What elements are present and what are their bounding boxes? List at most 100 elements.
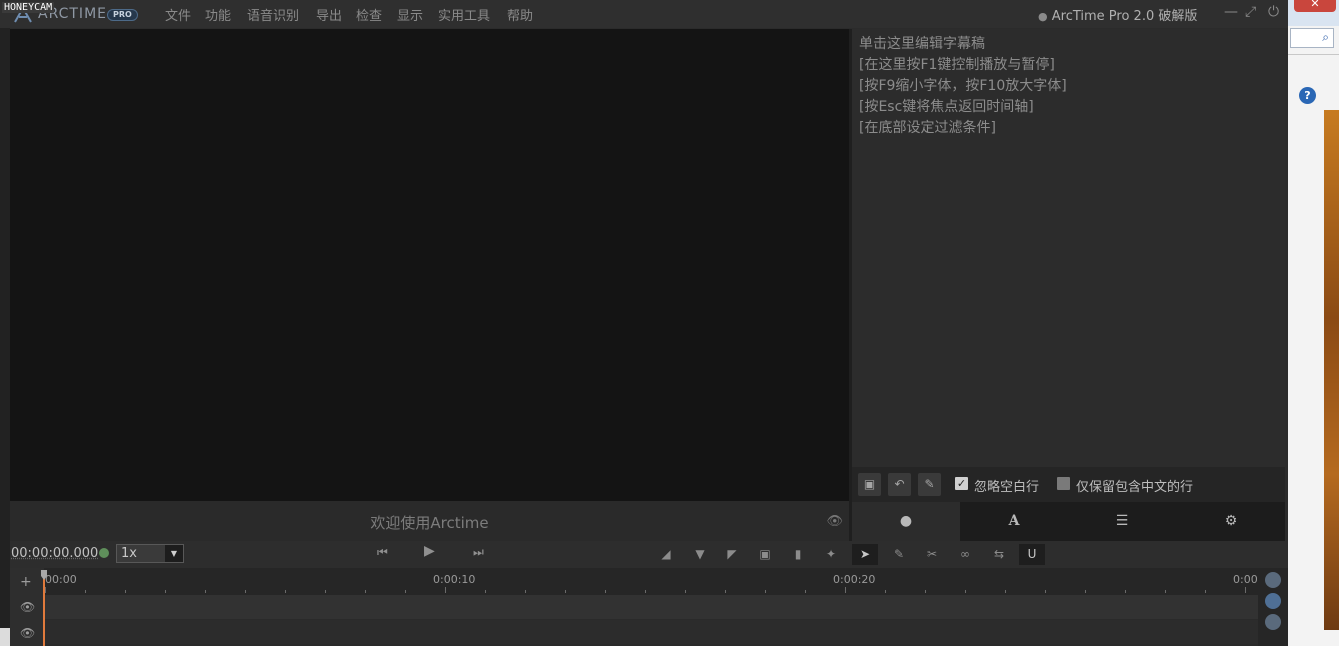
add-track-icon[interactable]: + — [20, 574, 32, 590]
mark-out-icon[interactable]: ◤ — [719, 544, 745, 565]
window-title-text: ArcTime Pro 2.0 破解版 — [1051, 9, 1198, 24]
gear-icon: ⚙ — [1224, 513, 1238, 529]
tab-comments[interactable]: ● — [852, 502, 960, 541]
bookmark-icon[interactable]: ▮ — [785, 544, 811, 565]
playhead[interactable] — [43, 570, 45, 646]
taskbar-fragment — [0, 628, 10, 646]
chevron-down-icon[interactable]: ▼ — [165, 545, 183, 562]
video-status-bar: 欢迎使用Arctime 👁 — [10, 501, 849, 541]
ruler-tick — [45, 587, 46, 593]
ruler-tick — [405, 590, 406, 593]
menu-export[interactable]: 导出 — [316, 5, 342, 24]
ruler-tick — [1045, 590, 1046, 593]
edit-icon[interactable]: ✎ — [886, 544, 912, 565]
ruler-tick — [1205, 590, 1206, 593]
magnet-icon[interactable]: U — [1019, 544, 1045, 565]
editor-hint: [在这里按F1键控制播放与暂停] — [859, 57, 1055, 73]
undo-icon[interactable]: ↶ — [888, 473, 911, 496]
eye-icon[interactable]: 👁 — [20, 626, 35, 640]
background-desktop-strip — [1324, 110, 1339, 630]
video-preview[interactable] — [10, 29, 849, 501]
ruler-tick — [885, 590, 886, 593]
speed-select[interactable]: 1x ▼ — [116, 544, 184, 563]
ruler-tick — [685, 590, 686, 593]
editor-hint: [在底部设定过滤条件] — [859, 120, 996, 136]
pencil-icon[interactable]: ✎ — [918, 473, 941, 496]
menu-tools[interactable]: 实用工具 — [438, 5, 490, 24]
tab-font[interactable]: A — [960, 502, 1068, 541]
power-icon[interactable]: ⏻ — [1268, 4, 1279, 20]
camera-icon[interactable]: ▣ — [752, 544, 778, 565]
ruler-tick — [845, 587, 846, 593]
ruler-tick — [125, 590, 126, 593]
swap-icon[interactable]: ⇆ — [986, 544, 1012, 565]
maximize-icon[interactable]: ⤢ — [1245, 4, 1256, 20]
next-icon[interactable]: ⏭ — [473, 545, 484, 560]
track-gutter: + 👁 👁 — [10, 568, 44, 646]
font-icon: A — [1008, 513, 1020, 529]
eye-icon[interactable]: 👁 — [20, 600, 35, 614]
editor-hint: [按F9缩小字体，按F10放大字体] — [859, 78, 1067, 94]
ruler-tick — [85, 590, 86, 593]
ruler-tick — [765, 590, 766, 593]
eye-icon[interactable]: 👁 — [826, 514, 843, 529]
menu-display[interactable]: 显示 — [397, 5, 423, 24]
menu-check[interactable]: 检查 — [356, 5, 382, 24]
previous-icon[interactable]: ⏮ — [377, 545, 388, 560]
ruler-tick — [565, 590, 566, 593]
menu-speech-recognition[interactable]: 语音识别 — [247, 5, 299, 24]
ruler-tick — [1245, 587, 1246, 593]
ruler-tick — [205, 590, 206, 593]
timecode[interactable]: 00:00:00.000 — [11, 546, 98, 561]
collapse-icon[interactable]: ▣ — [858, 473, 881, 496]
ignore-blank-checkbox[interactable]: ✓ — [955, 477, 968, 490]
ruler-tick — [1165, 590, 1166, 593]
track-row[interactable] — [44, 595, 1258, 619]
ruler-tick — [1005, 590, 1006, 593]
window-title: ● ArcTime Pro 2.0 破解版 — [1038, 5, 1197, 24]
minimize-icon[interactable]: — — [1224, 4, 1238, 20]
ruler-tick — [165, 590, 166, 593]
track-row[interactable] — [44, 620, 1258, 644]
subtitle-editor[interactable]: 单击这里编辑字幕稿 [在这里按F1键控制播放与暂停] [按F9缩小字体，按F10… — [852, 29, 1285, 467]
menu-file[interactable]: 文件 — [165, 5, 191, 24]
mark-in-icon[interactable]: ◢ — [653, 544, 679, 565]
background-close-button[interactable]: ✕ — [1294, 0, 1336, 12]
menu-help[interactable]: 帮助 — [507, 5, 533, 24]
editor-hint: 单击这里编辑字幕稿 — [859, 36, 985, 52]
waveform-icon[interactable] — [1265, 593, 1281, 609]
play-icon[interactable]: ▶ — [424, 543, 435, 559]
background-search-box[interactable]: ⌕ — [1290, 28, 1334, 48]
menu-function[interactable]: 功能 — [205, 5, 231, 24]
chinese-only-checkbox[interactable] — [1057, 477, 1070, 490]
pointer-icon[interactable]: ➤ — [852, 544, 878, 565]
search-icon: ⌕ — [1322, 30, 1329, 44]
ruler-label: 0:00:10 — [433, 573, 476, 586]
editor-toolbar: ▣ ↶ ✎ ✓ 忽略空白行 仅保留包含中文的行 — [852, 467, 1285, 502]
help-icon[interactable]: ? — [1299, 87, 1316, 104]
tab-settings[interactable]: ⚙ — [1177, 502, 1285, 541]
welcome-text: 欢迎使用Arctime — [370, 514, 489, 532]
magic-wand-icon[interactable]: ✦ — [818, 544, 844, 565]
background-window: ✕ ⌕ ? — [1288, 0, 1339, 646]
tab-list[interactable]: ☰ — [1068, 502, 1176, 541]
comment-icon: ● — [899, 513, 913, 529]
menu-bar: ARCTIME PRO 文件 功能 语音识别 导出 检查 显示 实用工具 帮助 … — [0, 0, 1288, 28]
mark-down-icon[interactable]: ▼ — [687, 544, 713, 565]
zoom-icon[interactable] — [1265, 572, 1281, 588]
left-edge — [0, 28, 10, 646]
panel-tabs: ● A ☰ ⚙ — [852, 502, 1285, 541]
list-icon: ☰ — [1115, 513, 1129, 529]
ruler-tick — [725, 590, 726, 593]
ruler-tick — [805, 590, 806, 593]
recorder-watermark: HONEYCAM — [2, 2, 55, 13]
editor-hint: [按Esc键将焦点返回时间轴] — [859, 99, 1034, 115]
scissors-icon[interactable]: ✂ — [919, 544, 945, 565]
view-icon[interactable] — [1265, 614, 1281, 630]
chinese-only-label: 仅保留包含中文的行 — [1076, 480, 1194, 495]
ruler-tick — [245, 590, 246, 593]
link-icon[interactable]: ∞ — [952, 544, 978, 565]
time-ruler[interactable]: 00:00 0:00:10 0:00:20 0:00: — [44, 568, 1261, 595]
ruler-tick — [1125, 590, 1126, 593]
ruler-tick — [925, 590, 926, 593]
